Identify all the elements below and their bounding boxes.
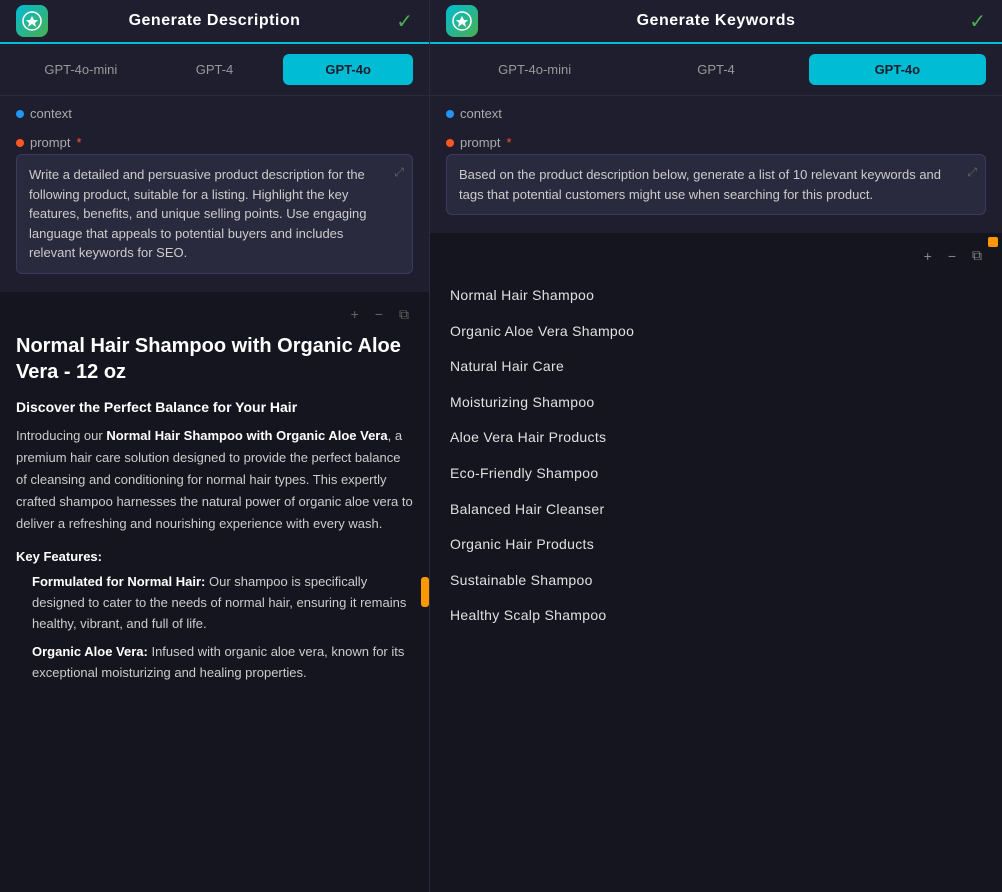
- left-output-title: Normal Hair Shampoo with Organic Aloe Ve…: [16, 333, 413, 385]
- right-prompt-label-row: prompt *: [446, 135, 986, 150]
- keyword-3: Natural Hair Care: [446, 349, 986, 385]
- keyword-6: Eco-Friendly Shampoo: [446, 456, 986, 492]
- right-tab-gpt4omini[interactable]: GPT-4o-mini: [446, 54, 623, 85]
- right-tab-gpt4o[interactable]: GPT-4o: [809, 54, 986, 85]
- left-output-plus[interactable]: +: [347, 304, 363, 325]
- keyword-8: Organic Hair Products: [446, 527, 986, 563]
- left-prompt-box[interactable]: ⤢ Write a detailed and persuasive produc…: [16, 154, 413, 274]
- right-tab-gpt4[interactable]: GPT-4: [627, 54, 804, 85]
- right-keywords-plus[interactable]: +: [920, 246, 936, 266]
- keyword-9: Sustainable Shampoo: [446, 563, 986, 599]
- left-feature-2: Organic Aloe Vera: Infused with organic …: [16, 642, 413, 684]
- right-required-star: *: [506, 135, 511, 150]
- left-tab-gpt4[interactable]: GPT-4: [150, 54, 280, 85]
- left-feature-2-label: Organic Aloe Vera:: [32, 644, 148, 659]
- right-panel-header: Generate Keywords ✓: [430, 0, 1002, 44]
- left-check-icon: ✓: [396, 9, 413, 34]
- left-expand-icon[interactable]: ⤢: [394, 163, 404, 181]
- left-output-copy[interactable]: ⧉: [395, 304, 413, 325]
- left-output-intro-rest: , a premium hair care solution designed …: [16, 428, 413, 531]
- right-prompt-dot: [446, 139, 454, 147]
- right-prompt-section: prompt * ⤢ Based on the product descript…: [430, 135, 1002, 233]
- right-context-label-row: context: [446, 106, 986, 121]
- right-check-icon: ✓: [969, 9, 986, 34]
- left-resize-handle[interactable]: [421, 577, 429, 607]
- keywords-list: Normal Hair Shampoo Organic Aloe Vera Sh…: [446, 278, 986, 634]
- left-output-section: + − ⧉ Normal Hair Shampoo with Organic A…: [0, 292, 429, 892]
- left-prompt-label-row: prompt *: [16, 135, 413, 150]
- left-output-intro: Introducing our Normal Hair Shampoo with…: [16, 425, 413, 535]
- left-tab-gpt4omini[interactable]: GPT-4o-mini: [16, 54, 146, 85]
- left-output-minus[interactable]: −: [371, 304, 387, 325]
- left-prompt-text: Write a detailed and persuasive product …: [29, 165, 400, 263]
- right-expand-icon[interactable]: ⤢: [967, 163, 977, 181]
- right-keywords-toolbar: + − ⧉: [446, 245, 986, 266]
- left-context-dot: [16, 110, 24, 118]
- right-logo-icon: [446, 5, 478, 37]
- left-context-label-row: context: [16, 106, 413, 121]
- right-keywords-copy[interactable]: ⧉: [968, 245, 986, 266]
- left-logo-icon: [16, 5, 48, 37]
- left-features-title: Key Features:: [16, 549, 413, 564]
- left-output-intro-bold: Normal Hair Shampoo with Organic Aloe Ve…: [106, 428, 387, 443]
- left-context-section: context: [0, 96, 429, 135]
- left-panel-header: Generate Description ✓: [0, 0, 429, 44]
- left-tab-gpt4o[interactable]: GPT-4o: [283, 54, 413, 85]
- left-output-toolbar: + − ⧉: [16, 304, 413, 325]
- right-context-dot: [446, 110, 454, 118]
- keyword-10: Healthy Scalp Shampoo: [446, 598, 986, 634]
- left-context-label: context: [30, 106, 72, 121]
- left-output-subtitle: Discover the Perfect Balance for Your Ha…: [16, 399, 413, 415]
- left-prompt-section: prompt * ⤢ Write a detailed and persuasi…: [0, 135, 429, 292]
- left-panel-title: Generate Description: [129, 12, 301, 30]
- right-panel-title: Generate Keywords: [637, 12, 796, 30]
- left-required-star: *: [76, 135, 81, 150]
- keyword-7: Balanced Hair Cleanser: [446, 492, 986, 528]
- left-feature-1: Formulated for Normal Hair: Our shampoo …: [16, 572, 413, 634]
- right-keywords-minus[interactable]: −: [944, 246, 960, 266]
- right-model-tabs: GPT-4o-mini GPT-4 GPT-4o: [430, 44, 1002, 96]
- left-panel: Generate Description ✓ GPT-4o-mini GPT-4…: [0, 0, 430, 892]
- right-keywords-section: + − ⧉ Normal Hair Shampoo Organic Aloe V…: [430, 233, 1002, 892]
- keyword-5: Aloe Vera Hair Products: [446, 420, 986, 456]
- left-prompt-label: prompt: [30, 135, 70, 150]
- left-model-tabs: GPT-4o-mini GPT-4 GPT-4o: [0, 44, 429, 96]
- right-panel: Generate Keywords ✓ GPT-4o-mini GPT-4 GP…: [430, 0, 1002, 892]
- right-context-section: context: [430, 96, 1002, 135]
- right-orange-indicator: [988, 237, 998, 247]
- keyword-1: Normal Hair Shampoo: [446, 278, 986, 314]
- left-feature-1-label: Formulated for Normal Hair:: [32, 574, 205, 589]
- right-prompt-box[interactable]: ⤢ Based on the product description below…: [446, 154, 986, 215]
- right-prompt-label: prompt: [460, 135, 500, 150]
- keyword-2: Organic Aloe Vera Shampoo: [446, 314, 986, 350]
- right-prompt-text: Based on the product description below, …: [459, 165, 973, 204]
- keyword-4: Moisturizing Shampoo: [446, 385, 986, 421]
- left-prompt-dot: [16, 139, 24, 147]
- right-context-label: context: [460, 106, 502, 121]
